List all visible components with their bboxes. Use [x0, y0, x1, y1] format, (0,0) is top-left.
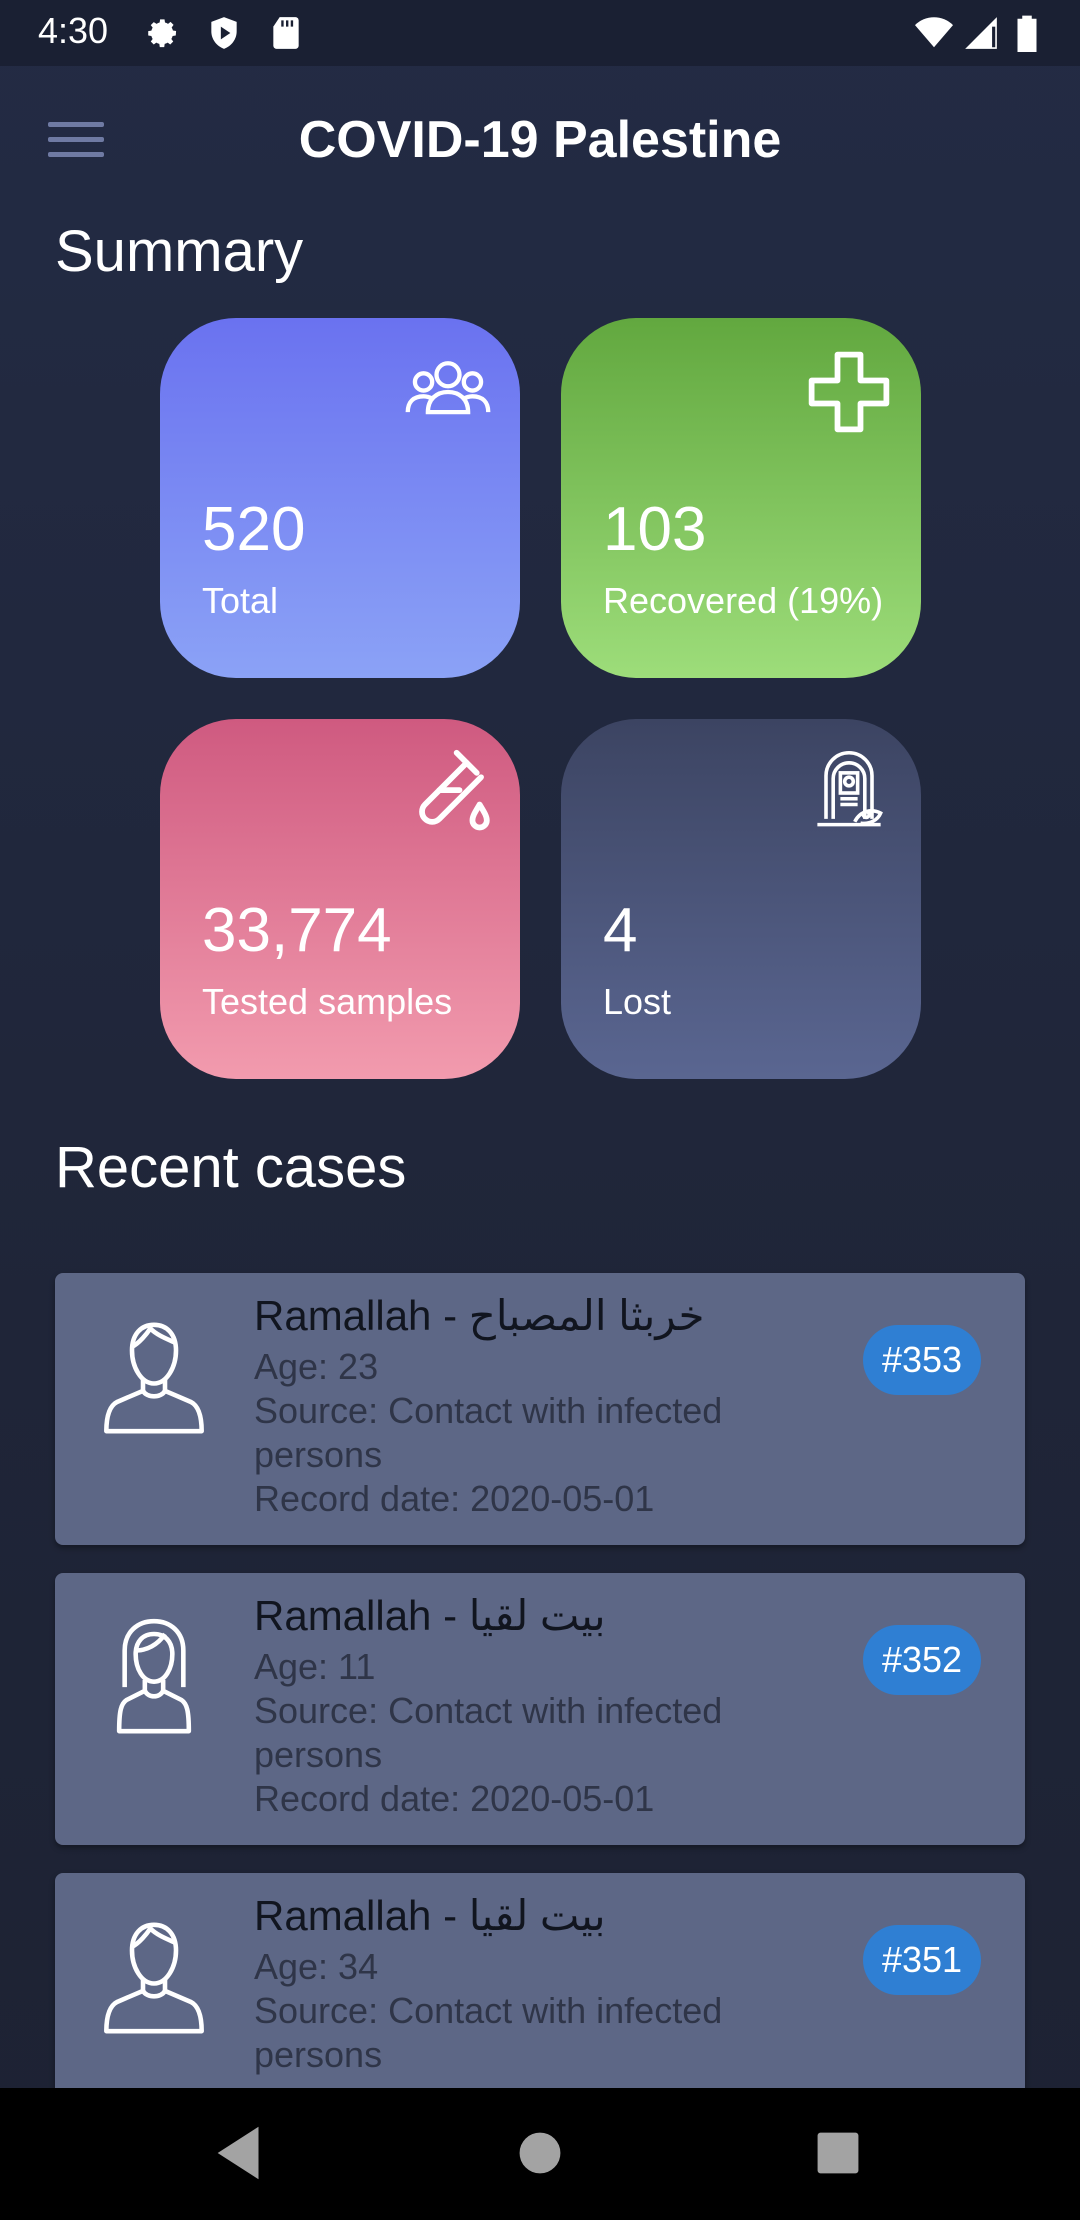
case-source-cont: persons [254, 2034, 383, 2075]
case-id-badge: #353 [863, 1325, 981, 1395]
case-source: Source: Contact with infected [254, 1690, 723, 1731]
status-time: 4:30 [38, 10, 109, 51]
total-label: Total [202, 580, 279, 621]
female-avatar-icon [116, 1618, 192, 1734]
app-title: COVID-19 Palestine [298, 111, 782, 169]
case-age: Age: 34 [254, 1946, 379, 1987]
lost-value: 4 [603, 896, 638, 965]
status-bar: 4:30 [0, 0, 1080, 66]
gravestone-icon [817, 751, 883, 827]
recovered-card[interactable]: 103 Recovered (19%) [561, 318, 921, 678]
total-value: 520 [202, 495, 306, 564]
lost-card[interactable]: 4 Lost [561, 719, 921, 1079]
signal-icon [965, 17, 997, 49]
case-location: Ramallah - بيت لقيا [254, 1592, 606, 1639]
recent-cases-title: Recent cases [55, 1135, 407, 1200]
male-avatar-icon [104, 1322, 204, 1434]
people-group-icon [405, 361, 491, 415]
app-screen: 4:30 COVID-19 Palestine Summary 520 Tota… [0, 0, 1080, 2220]
tested-card[interactable]: 33,774 Tested samples [160, 719, 520, 1079]
case-source: Source: Contact with infected [254, 1990, 723, 2031]
case-text: Ramallah - خربثا المصباح Age: 23 Source:… [254, 1287, 874, 1521]
tested-value: 33,774 [202, 896, 392, 965]
recents-icon[interactable] [803, 2118, 873, 2188]
case-source-cont: persons [254, 1734, 383, 1775]
case-location: Ramallah - بيت لقيا [254, 1892, 606, 1939]
summary-title: Summary [55, 219, 304, 284]
case-location: Ramallah - خربثا المصباح [254, 1292, 705, 1339]
back-icon[interactable] [206, 2118, 276, 2188]
case-source: Source: Contact with infected [254, 1390, 723, 1431]
recovered-value: 103 [603, 495, 707, 564]
battery-icon [1017, 15, 1037, 52]
test-tube-icon [419, 749, 490, 831]
male-avatar-icon [104, 1922, 204, 2034]
case-id-badge: #352 [863, 1625, 981, 1695]
total-card[interactable]: 520 Total [160, 318, 520, 678]
case-age: Age: 23 [254, 1346, 379, 1387]
wifi-icon [915, 17, 953, 48]
sd-card-icon [273, 17, 299, 49]
case-age: Age: 11 [254, 1646, 376, 1687]
home-icon[interactable] [505, 2118, 575, 2188]
toolbar: COVID-19 Palestine [0, 66, 1080, 224]
gear-icon [148, 19, 177, 48]
medical-cross-icon [808, 351, 890, 433]
shield-play-icon [211, 17, 237, 49]
case-date: Record date: 2020-05-01 [254, 1478, 655, 1519]
case-item[interactable]: Ramallah - خربثا المصباح Age: 23 Source:… [55, 1273, 1025, 1545]
recovered-label: Recovered (19%) [603, 580, 884, 621]
tested-label: Tested samples [202, 981, 453, 1022]
lost-label: Lost [603, 981, 672, 1022]
case-date: Record date: 2020-05-01 [254, 1778, 655, 1819]
case-text: Ramallah - بيت لقيا Age: 34 Source: Cont… [254, 1887, 874, 2077]
case-id-badge: #351 [863, 1925, 981, 1995]
case-source-cont: persons [254, 1434, 383, 1475]
case-item[interactable]: Ramallah - بيت لقيا Age: 11 Source: Cont… [55, 1573, 1025, 1845]
navigation-bar [0, 2088, 1080, 2220]
case-text: Ramallah - بيت لقيا Age: 11 Source: Cont… [254, 1587, 874, 1821]
